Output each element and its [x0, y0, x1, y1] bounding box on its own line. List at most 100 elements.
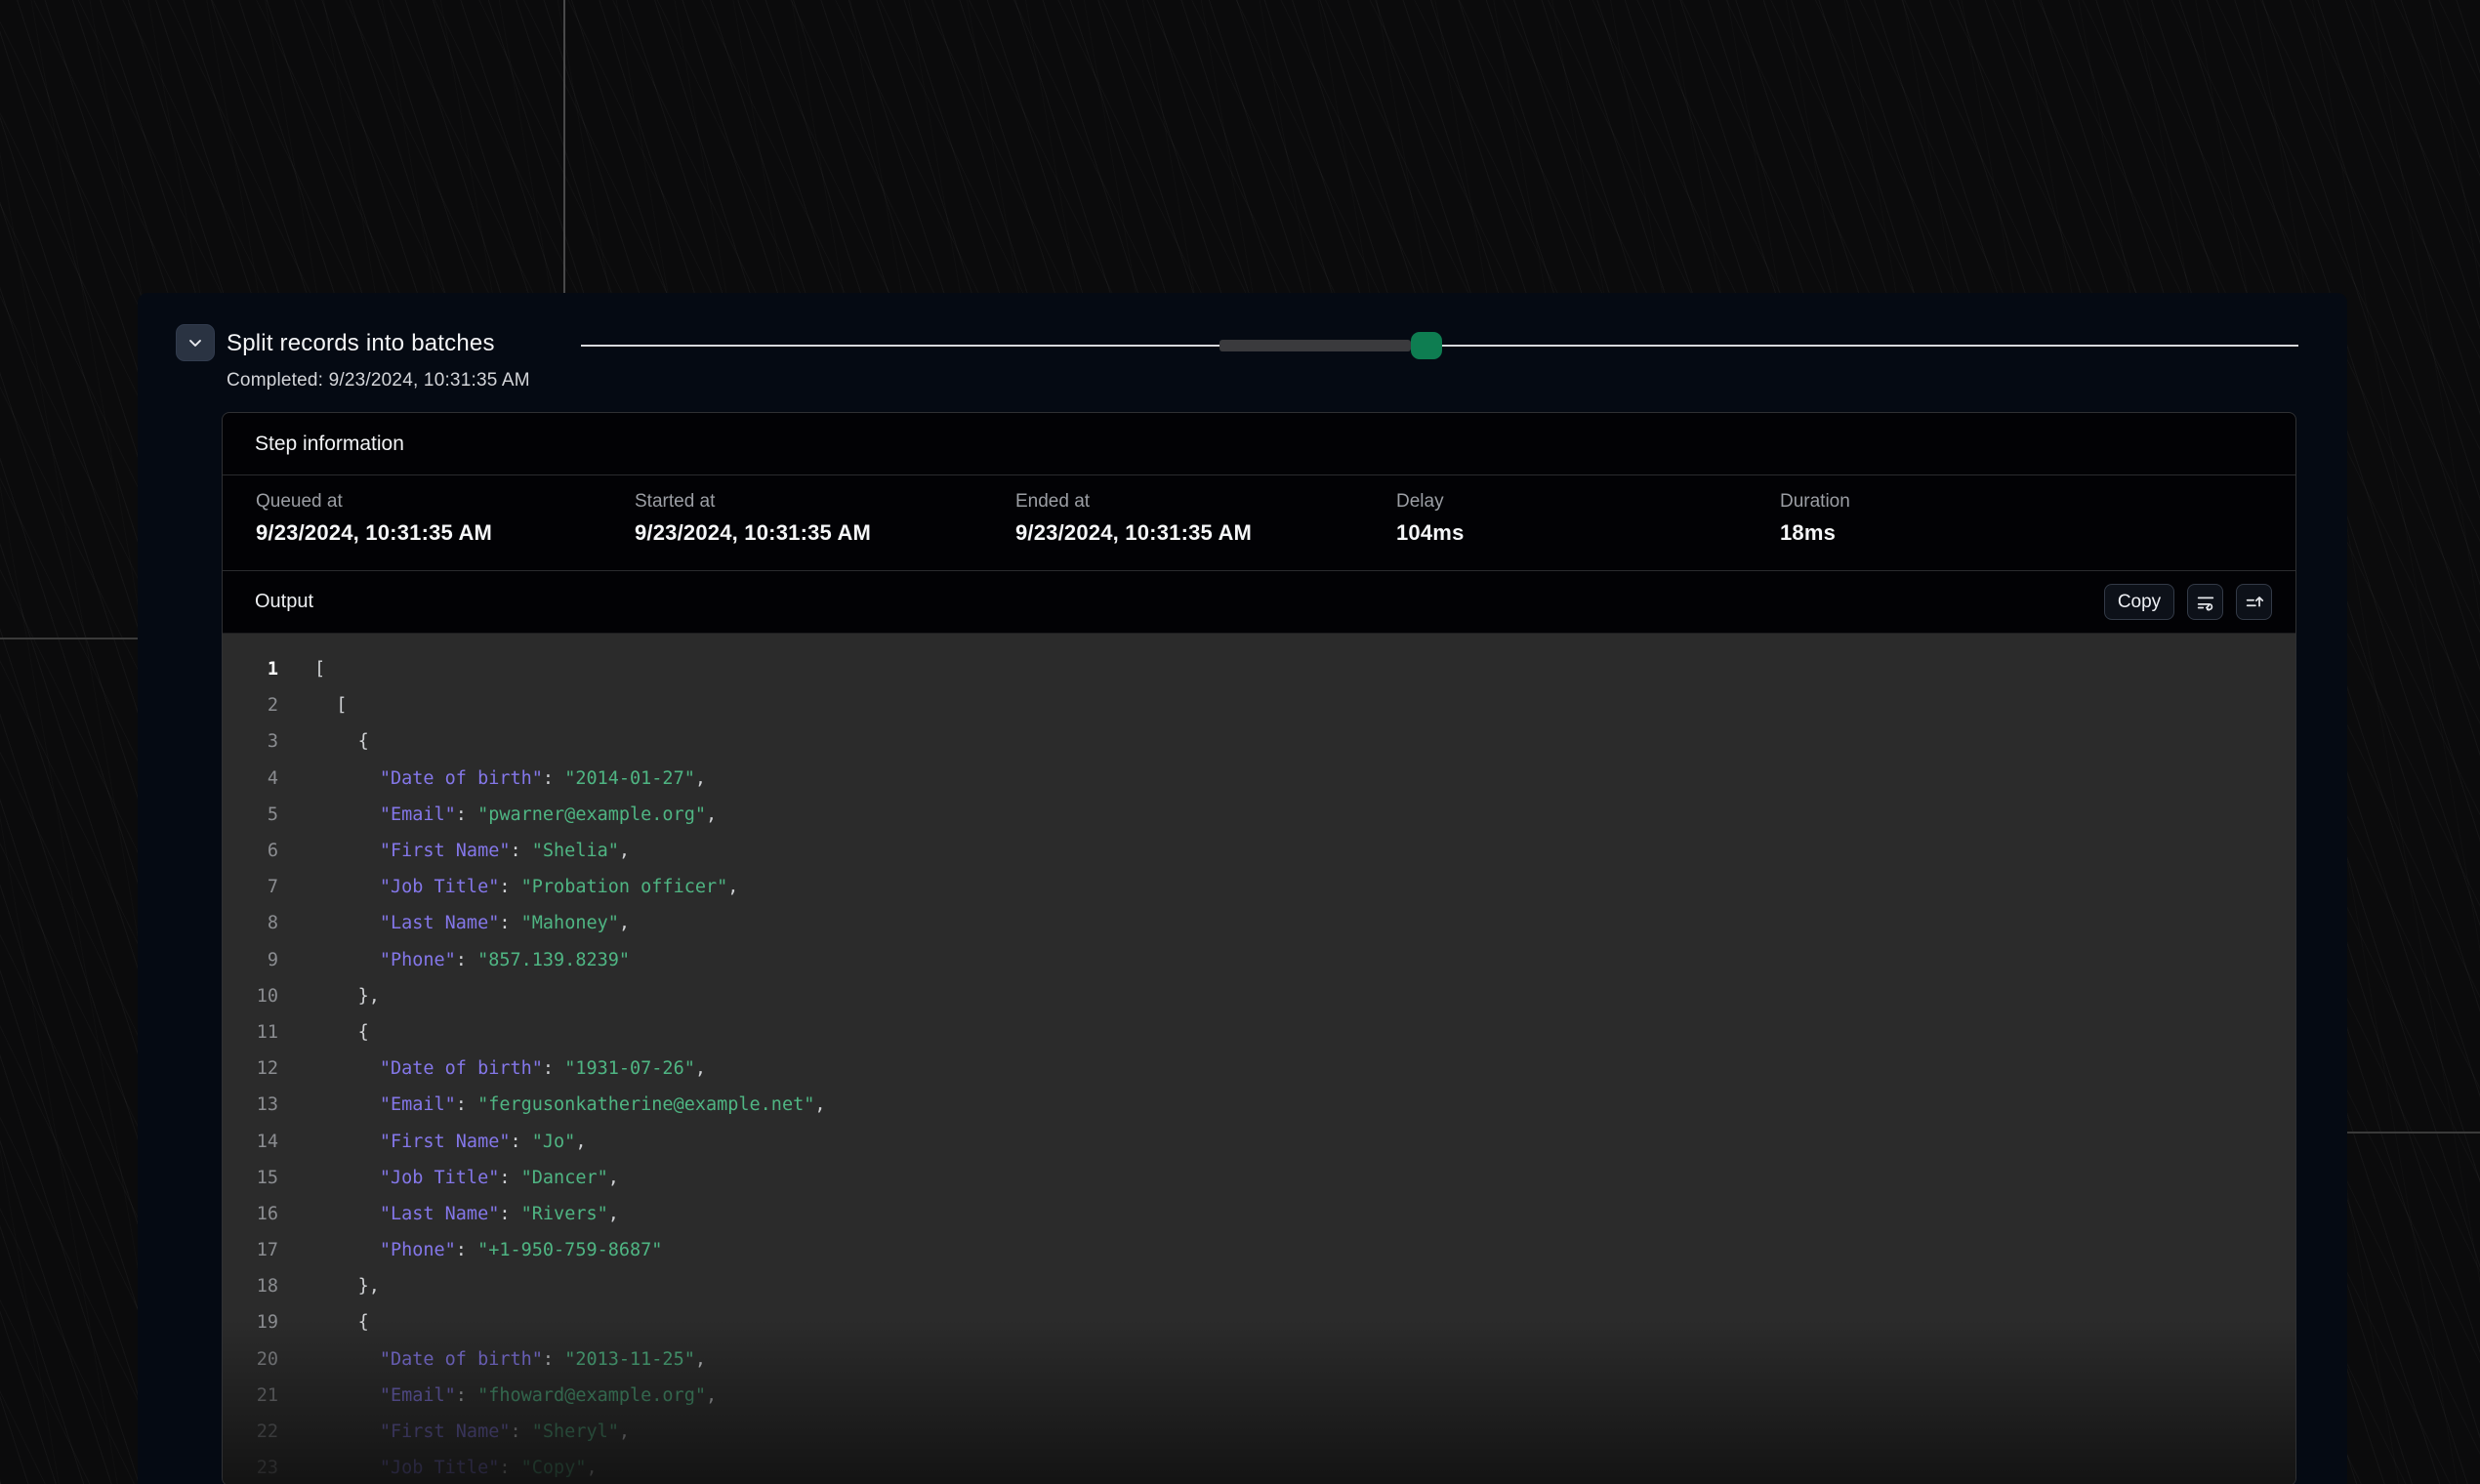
line-number: 3 — [223, 731, 278, 752]
line-number: 13 — [223, 1094, 278, 1115]
code-text: "Job Title": "Copy", — [314, 1458, 598, 1478]
code-text: "Phone": "+1-950-759-8687" — [314, 1240, 662, 1260]
timeline-slider[interactable] — [581, 332, 2298, 359]
output-toolbar: Output Copy — [223, 571, 2295, 634]
step-information-card: Step information Queued at9/23/2024, 10:… — [222, 412, 2296, 1484]
code-line: 4 "Date of birth": "2014-01-27", — [223, 761, 2295, 797]
code-text: [ — [314, 695, 347, 716]
meta-field: Ended at9/23/2024, 10:31:35 AM — [1015, 491, 1396, 570]
code-line: 5 "Email": "pwarner@example.org", — [223, 797, 2295, 833]
line-number: 10 — [223, 986, 278, 1007]
code-line: 21 "Email": "fhoward@example.org", — [223, 1378, 2295, 1414]
code-text: "Phone": "857.139.8239" — [314, 950, 630, 970]
code-text: "First Name": "Sheryl", — [314, 1422, 630, 1442]
code-line: 1[ — [223, 651, 2295, 687]
output-actions: Copy — [2104, 584, 2272, 620]
code-text: [ — [314, 659, 325, 680]
code-line: 10 }, — [223, 978, 2295, 1014]
code-line: 18 }, — [223, 1268, 2295, 1304]
code-text: }, — [314, 1276, 380, 1297]
code-text: "Email": "fergusonkatherine@example.net"… — [314, 1094, 826, 1115]
line-number: 14 — [223, 1132, 278, 1152]
step-information-header: Step information — [223, 413, 2295, 475]
line-number: 18 — [223, 1276, 278, 1297]
code-text: "Last Name": "Mahoney", — [314, 913, 630, 933]
meta-field: Delay 104ms — [1396, 491, 1780, 570]
meta-field: Started at 9/23/2024, 10:31:35 AM — [635, 491, 1015, 570]
chevron-down-icon — [186, 333, 205, 352]
line-number: 21 — [223, 1385, 278, 1406]
wrap-text-button[interactable] — [2187, 584, 2223, 620]
code-text: "Date of birth": "1931-07-26", — [314, 1058, 706, 1079]
background-vertical-line — [563, 0, 565, 294]
scroll-to-top-button[interactable] — [2236, 584, 2272, 620]
line-number: 5 — [223, 804, 278, 825]
code-line: 3 { — [223, 723, 2295, 760]
line-number: 12 — [223, 1058, 278, 1079]
code-line: 7 "Job Title": "Probation officer", — [223, 869, 2295, 905]
line-number: 7 — [223, 877, 278, 897]
line-number: 6 — [223, 841, 278, 861]
line-number: 2 — [223, 695, 278, 716]
meta-field-value: 9/23/2024, 10:31:35 AM — [256, 520, 635, 546]
line-number: 8 — [223, 913, 278, 933]
code-line: 14 "First Name": "Jo", — [223, 1123, 2295, 1159]
meta-field-value: 9/23/2024, 10:31:35 AM — [1015, 520, 1396, 546]
step-meta-row: Queued at9/23/2024, 10:31:35 AMStarted a… — [223, 475, 2295, 571]
code-text: { — [314, 1312, 369, 1333]
code-line: 22 "First Name": "Sheryl", — [223, 1414, 2295, 1450]
copy-button[interactable]: Copy — [2104, 584, 2174, 620]
line-number: 15 — [223, 1168, 278, 1188]
slider-handle[interactable] — [1411, 332, 1442, 359]
slider-progress-segment — [1219, 340, 1411, 351]
code-line: 17 "Phone": "+1-950-759-8687" — [223, 1232, 2295, 1268]
code-text: "First Name": "Jo", — [314, 1132, 586, 1152]
step-detail-panel: Split records into batches Completed: 9/… — [138, 293, 2347, 1484]
code-line: 6 "First Name": "Shelia", — [223, 833, 2295, 869]
code-text: "Date of birth": "2014-01-27", — [314, 768, 706, 789]
line-number: 4 — [223, 768, 278, 789]
code-line: 23 "Job Title": "Copy", — [223, 1450, 2295, 1484]
scroll-to-top-icon — [2244, 592, 2265, 613]
step-title: Split records into batches — [227, 330, 495, 357]
code-line: 11 { — [223, 1014, 2295, 1051]
code-text: "Job Title": "Probation officer", — [314, 877, 738, 897]
meta-field-label: Duration — [1780, 491, 2295, 513]
code-line: 13 "Email": "fergusonkatherine@example.n… — [223, 1087, 2295, 1123]
code-rows: 1[2 [3 {4 "Date of birth": "2014-01-27",… — [223, 651, 2295, 1484]
code-line: 20 "Date of birth": "2013-11-25", — [223, 1341, 2295, 1378]
code-line: 9 "Phone": "857.139.8239" — [223, 942, 2295, 978]
code-text: "Last Name": "Rivers", — [314, 1204, 619, 1224]
meta-field-label: Delay — [1396, 491, 1780, 513]
code-text: "Date of birth": "2013-11-25", — [314, 1349, 706, 1370]
line-number: 20 — [223, 1349, 278, 1370]
line-number: 22 — [223, 1422, 278, 1442]
meta-field-label: Started at — [635, 491, 1015, 513]
code-line: 2 [ — [223, 687, 2295, 723]
code-text: { — [314, 731, 369, 752]
meta-field: Queued at 9/23/2024, 10:31:35 AM — [256, 491, 635, 570]
code-text: { — [314, 1022, 369, 1043]
code-line: 8 "Last Name": "Mahoney", — [223, 905, 2295, 941]
code-text: "Email": "pwarner@example.org", — [314, 804, 717, 825]
line-number: 19 — [223, 1312, 278, 1333]
step-information-title: Step information — [255, 433, 404, 456]
line-number: 9 — [223, 950, 278, 970]
output-code-viewport[interactable]: 1[2 [3 {4 "Date of birth": "2014-01-27",… — [223, 634, 2295, 1484]
meta-field-value: 104ms — [1396, 520, 1780, 546]
line-number: 23 — [223, 1458, 278, 1478]
wrap-text-icon — [2195, 592, 2216, 613]
background-horizontal-line-right — [2347, 1132, 2480, 1134]
line-number: 16 — [223, 1204, 278, 1224]
code-line: 16 "Last Name": "Rivers", — [223, 1196, 2295, 1232]
meta-field: Duration18ms — [1780, 491, 2295, 570]
line-number: 11 — [223, 1022, 278, 1043]
code-text: "First Name": "Shelia", — [314, 841, 630, 861]
meta-field-value: 9/23/2024, 10:31:35 AM — [635, 520, 1015, 546]
code-line: 15 "Job Title": "Dancer", — [223, 1160, 2295, 1196]
code-line: 12 "Date of birth": "1931-07-26", — [223, 1051, 2295, 1087]
code-text: "Email": "fhoward@example.org", — [314, 1385, 717, 1406]
collapse-step-button[interactable] — [176, 324, 215, 361]
meta-field-label: Queued at — [256, 491, 635, 513]
line-number: 1 — [223, 659, 278, 680]
